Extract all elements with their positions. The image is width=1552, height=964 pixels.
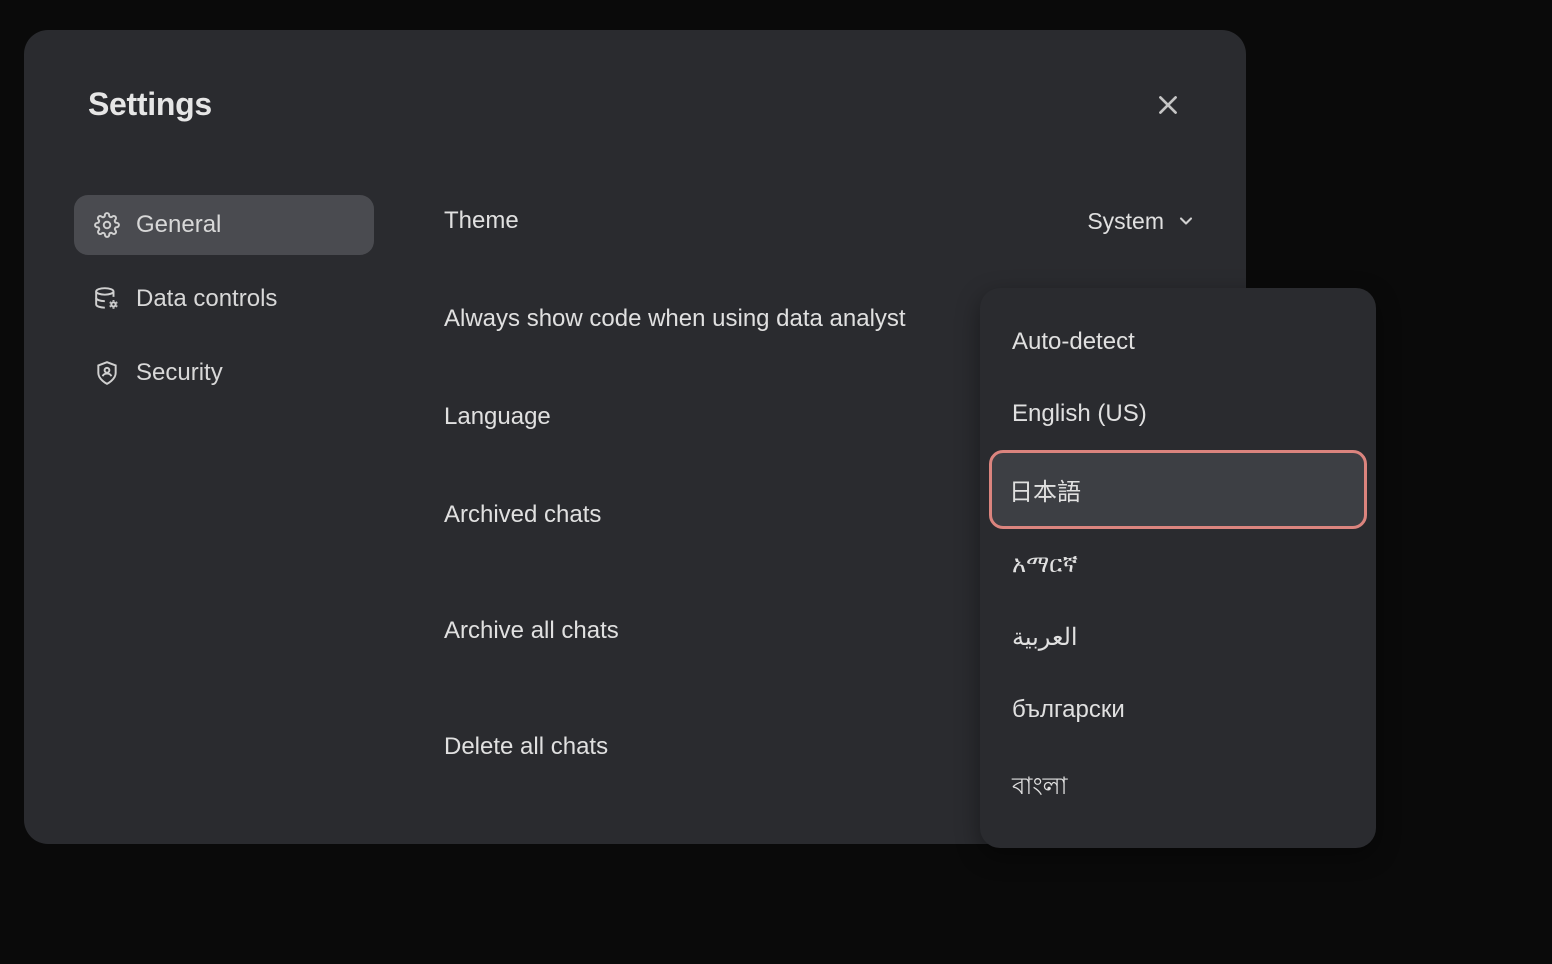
close-icon <box>1155 92 1181 118</box>
modal-header: Settings <box>74 86 1196 123</box>
sidebar-item-data-controls[interactable]: Data controls <box>74 269 374 329</box>
language-option-japanese[interactable]: 日本語 <box>989 450 1367 529</box>
database-gear-icon <box>94 286 120 312</box>
modal-title: Settings <box>88 86 212 123</box>
sidebar: General Data controls <box>74 195 374 831</box>
sidebar-item-security[interactable]: Security <box>74 343 374 403</box>
language-option-english-us[interactable]: English (US) <box>992 378 1364 450</box>
sidebar-label: General <box>136 211 221 239</box>
archive-all-label: Archive all chats <box>444 617 619 645</box>
language-option-bengali[interactable]: বাংলা <box>992 746 1364 830</box>
language-option-auto-detect[interactable]: Auto-detect <box>992 306 1364 378</box>
theme-label: Theme <box>444 207 519 235</box>
delete-all-label: Delete all chats <box>444 733 608 761</box>
shield-user-icon <box>94 360 120 386</box>
language-option-amharic[interactable]: አማርኛ <box>992 529 1364 601</box>
language-dropdown: Auto-detect English (US) 日本語 አማርኛ العربي… <box>980 288 1376 848</box>
archived-chats-label: Archived chats <box>444 501 601 529</box>
language-option-bulgarian[interactable]: български <box>992 674 1364 746</box>
language-option-arabic[interactable]: العربية <box>992 601 1364 674</box>
code-analyst-label: Always show code when using data analyst <box>444 305 906 333</box>
sidebar-label: Security <box>136 359 223 387</box>
theme-select[interactable]: System <box>1087 208 1196 235</box>
sidebar-label: Data controls <box>136 285 277 313</box>
gear-icon <box>94 212 120 238</box>
sidebar-item-general[interactable]: General <box>74 195 374 255</box>
setting-theme: Theme System <box>444 207 1196 235</box>
theme-value: System <box>1087 208 1164 235</box>
language-label: Language <box>444 403 551 431</box>
close-button[interactable] <box>1154 91 1182 119</box>
chevron-down-icon <box>1176 211 1196 231</box>
